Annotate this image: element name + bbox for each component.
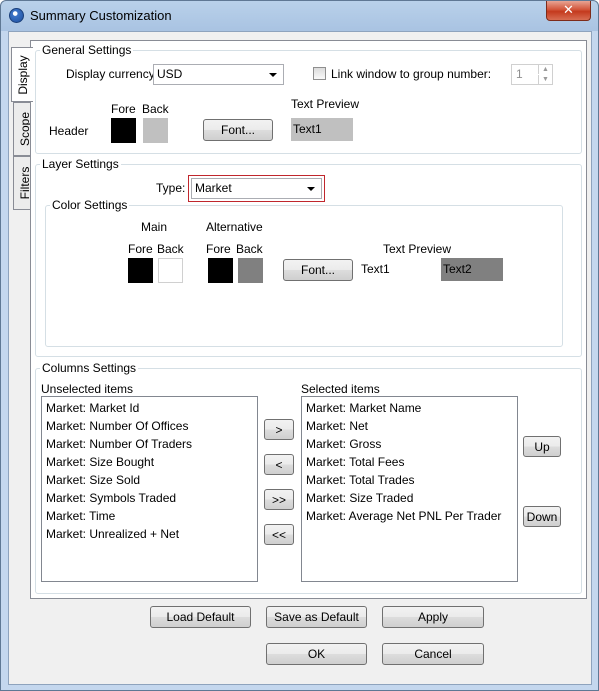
general-settings-legend: General Settings [42,43,132,57]
layer-text1-preview: Text1 [359,258,419,281]
list-item[interactable]: Market: Time [42,507,257,525]
layer-text-preview-label: Text Preview [383,242,452,256]
move-down-button[interactable]: Down [523,506,561,527]
layer-type-select[interactable]: Market [188,175,325,202]
display-currency-label: Display currency: [66,67,159,81]
list-item[interactable]: Market: Unrealized + Net [42,525,257,543]
alt-fore-color-swatch[interactable] [208,258,233,283]
chevron-down-icon [307,187,315,191]
spin-up-icon[interactable]: ▲ [538,65,552,74]
group-number-spinner[interactable]: 1 ▲ ▼ [511,64,553,85]
tab-display-label: Display [15,54,30,95]
spin-down-icon[interactable]: ▼ [538,75,552,84]
remove-all-columns-button[interactable]: << [264,524,294,545]
summary-customization-window: Summary Customization ✕ Display Scope Fi… [0,0,599,691]
list-item[interactable]: Market: Size Sold [42,471,257,489]
list-item[interactable]: Market: Total Trades [302,471,517,489]
window-title: Summary Customization [30,8,172,23]
list-item[interactable]: Market: Symbols Traded [42,489,257,507]
list-item[interactable]: Market: Average Net PNL Per Trader [302,507,517,525]
layer-text2-preview: Text2 [441,258,503,281]
display-currency-select[interactable]: USD [153,64,284,85]
list-item[interactable]: Market: Net [302,417,517,435]
list-item[interactable]: Market: Total Fees [302,453,517,471]
list-item[interactable]: Market: Market Name [302,399,517,417]
header-label: Header [49,124,89,138]
header-fore-color-swatch[interactable] [111,118,136,143]
add-all-columns-button[interactable]: >> [264,489,294,510]
move-up-button[interactable]: Up [523,436,561,457]
columns-settings-legend: Columns Settings [42,361,137,375]
remove-column-button[interactable]: < [264,454,294,475]
unselected-items-label: Unselected items [41,382,134,396]
link-window-checkbox[interactable] [313,67,326,80]
list-item[interactable]: Market: Number Of Traders [42,435,257,453]
list-item[interactable]: Market: Size Traded [302,489,517,507]
link-window-label: Link window to group number: [331,67,492,81]
alt-fore-label: Fore [206,242,231,256]
header-text-preview: Text1 [291,118,353,141]
alternative-colors-label: Alternative [206,220,263,234]
list-item[interactable]: Market: Market Id [42,399,257,417]
selected-items-list[interactable]: Market: Market Name Market: Net Market: … [301,396,518,582]
layer-settings-legend: Layer Settings [42,157,119,171]
load-default-button[interactable]: Load Default [150,606,251,628]
cancel-button[interactable]: Cancel [382,643,484,665]
alt-back-label: Back [236,242,263,256]
main-fore-label: Fore [128,242,153,256]
header-back-label: Back [142,102,169,116]
list-item[interactable]: Market: Gross [302,435,517,453]
chevron-down-icon [269,73,277,77]
apply-button[interactable]: Apply [382,606,484,628]
selected-items-label: Selected items [301,382,380,396]
header-back-color-swatch[interactable] [143,118,168,143]
title-bar: Summary Customization ✕ [1,1,598,30]
header-fore-label: Fore [111,102,136,116]
group-number-value: 1 [516,67,523,81]
save-as-default-button[interactable]: Save as Default [266,606,367,628]
main-fore-color-swatch[interactable] [128,258,153,283]
close-button[interactable]: ✕ [546,1,591,21]
alt-back-color-swatch[interactable] [238,258,263,283]
main-colors-label: Main [141,220,168,234]
header-text-preview-label: Text Preview [291,97,360,111]
layer-type-value: Market [195,181,232,195]
header-font-button[interactable]: Font... [203,119,273,141]
layer-font-button[interactable]: Font... [283,259,353,281]
display-currency-value: USD [157,67,183,81]
unselected-items-list[interactable]: Market: Market Id Market: Number Of Offi… [41,396,258,582]
color-settings-legend: Color Settings [52,198,128,212]
list-item[interactable]: Market: Size Bought [42,453,257,471]
list-item[interactable]: Market: Number Of Offices [42,417,257,435]
main-back-label: Back [157,242,184,256]
app-icon [9,8,24,23]
main-back-color-swatch[interactable] [158,258,183,283]
ok-button[interactable]: OK [266,643,367,665]
add-column-button[interactable]: > [264,419,294,440]
tab-display[interactable]: Display [11,47,33,102]
layer-type-label: Type: [156,181,186,195]
